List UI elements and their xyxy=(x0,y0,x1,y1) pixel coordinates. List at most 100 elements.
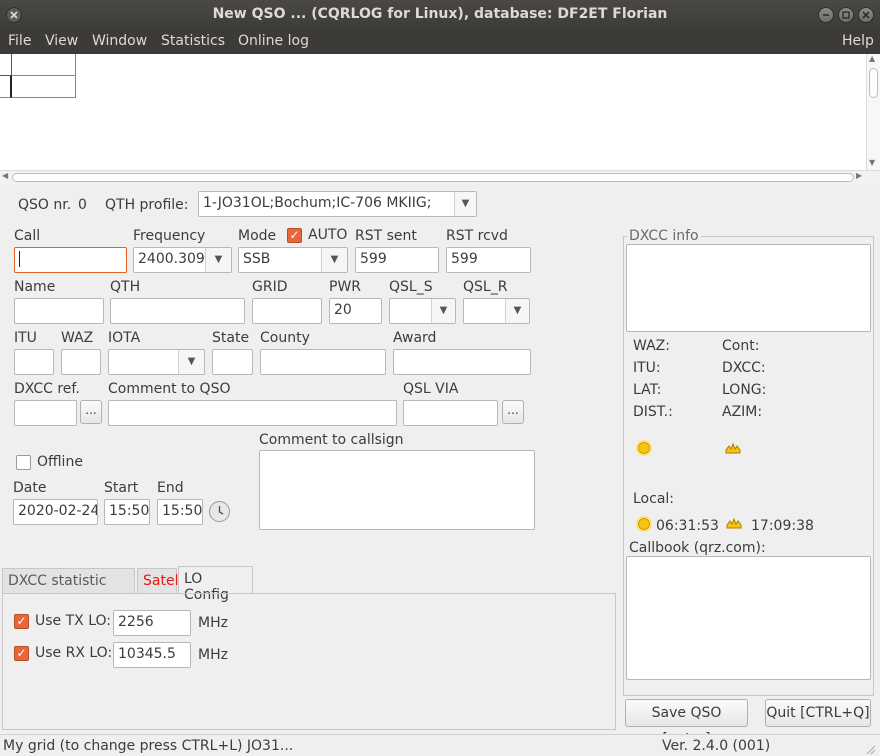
county-label: County xyxy=(260,330,310,346)
award-label: Award xyxy=(393,330,437,346)
dist-info-label: DIST.: xyxy=(633,404,673,420)
chevron-down-icon: ▼ xyxy=(431,299,455,323)
rst-rcvd-input[interactable]: 599 xyxy=(446,247,531,273)
grid-horizontal-scrollbar[interactable]: ◀ ▶ xyxy=(0,170,880,184)
qth-profile-label: QTH profile: xyxy=(105,197,189,213)
scroll-right-icon[interactable]: ▶ xyxy=(856,171,862,180)
county-input[interactable] xyxy=(260,349,386,375)
local-sunset-icon xyxy=(726,517,742,529)
qsl-r-select[interactable]: ▼ xyxy=(463,298,530,324)
auto-checkbox[interactable]: ✓ xyxy=(287,228,302,243)
grid-row-indicator xyxy=(0,76,12,98)
iota-label: IOTA xyxy=(108,330,141,346)
rst-sent-input[interactable]: 599 xyxy=(355,247,439,273)
tab-lo-config[interactable]: LO Config xyxy=(178,566,253,603)
waz-label: WAZ xyxy=(61,330,94,346)
dxcc-ref-browse-button[interactable]: ... xyxy=(80,400,102,424)
state-label: State xyxy=(212,330,250,346)
scroll-thumb[interactable] xyxy=(869,68,878,98)
menu-statistics[interactable]: Statistics xyxy=(161,33,225,49)
status-bar: My grid (to change press CTRL+L) JO31...… xyxy=(0,734,880,756)
scroll-down-icon[interactable]: ▼ xyxy=(869,158,875,167)
end-time-input[interactable]: 15:50 xyxy=(157,499,203,525)
state-input[interactable] xyxy=(212,349,253,375)
rst-sent-label: RST sent xyxy=(355,228,417,244)
quit-button[interactable]: Quit [CTRL+Q] xyxy=(765,699,871,727)
tab-satellite[interactable]: Satellite xyxy=(137,568,200,594)
auto-label: AUTO xyxy=(308,227,348,243)
title-bar: New QSO ... (CQRLOG for Linux), database… xyxy=(0,0,880,30)
mode-select[interactable]: SSB ▼ xyxy=(238,247,348,273)
use-tx-lo-checkbox[interactable]: ✓ xyxy=(14,614,29,629)
menu-online-log[interactable]: Online log xyxy=(238,33,309,49)
grid-vertical-scrollbar[interactable]: ▲ ▼ xyxy=(866,54,880,170)
status-version-text: Ver. 2.4.0 (001) xyxy=(662,738,771,754)
waz-input[interactable] xyxy=(61,349,101,375)
grid-header-cell xyxy=(12,54,76,76)
frequency-value: 2400.3099 xyxy=(138,251,214,267)
qth-input[interactable] xyxy=(110,298,245,324)
qth-profile-select[interactable]: 1-JO31OL;Bochum;IC-706 MKIIG; ▼ xyxy=(198,191,477,217)
name-label: Name xyxy=(14,279,56,295)
qso-nr-value: 0 xyxy=(78,197,87,213)
qsl-via-browse-button[interactable]: ... xyxy=(502,400,524,424)
qsl-s-select[interactable]: ▼ xyxy=(389,298,456,324)
qso-history-grid[interactable]: ▲ ▼ ◀ ▶ xyxy=(0,54,880,184)
dxcc-ref-input[interactable] xyxy=(14,400,77,426)
callbook-label: Callbook (qrz.com): xyxy=(629,540,766,556)
end-label: End xyxy=(157,480,184,496)
rx-lo-input[interactable]: 10345.5 xyxy=(113,642,191,668)
chevron-down-icon: ▼ xyxy=(505,299,529,323)
use-rx-lo-checkbox[interactable]: ✓ xyxy=(14,646,29,661)
date-input[interactable]: 2020-02-24 xyxy=(13,499,98,525)
pwr-label: PWR xyxy=(329,279,362,295)
mode-label: Mode xyxy=(238,228,277,244)
call-input[interactable] xyxy=(14,247,127,273)
local-sunset-time: 17:09:38 xyxy=(751,518,814,534)
pwr-input[interactable]: 20 xyxy=(329,298,382,324)
grid-input[interactable] xyxy=(252,298,322,324)
tab-dxcc-statistic[interactable]: DXCC statistic xyxy=(2,568,135,594)
comment-callsign-textarea[interactable] xyxy=(259,450,535,530)
qsl-via-label: QSL VIA xyxy=(403,381,459,397)
mode-value: SSB xyxy=(243,251,271,267)
offline-label: Offline xyxy=(37,454,83,470)
itu-input[interactable] xyxy=(14,349,54,375)
dxcc-ref-label: DXCC ref. xyxy=(14,381,80,397)
menu-help[interactable]: Help xyxy=(842,33,874,49)
grid-label: GRID xyxy=(252,279,288,295)
start-time-input[interactable]: 15:50 xyxy=(104,499,150,525)
maximize-icon[interactable] xyxy=(838,7,854,23)
menu-window[interactable]: Window xyxy=(92,33,147,49)
clock-icon[interactable] xyxy=(209,501,230,522)
comment-qso-input[interactable] xyxy=(108,400,397,426)
sunrise-icon xyxy=(638,442,650,454)
minimize-icon[interactable] xyxy=(818,7,834,23)
waz-info-label: WAZ: xyxy=(633,338,670,354)
iota-select[interactable]: ▼ xyxy=(108,349,205,375)
save-qso-button[interactable]: Save QSO [enter] xyxy=(625,699,748,747)
resize-grip-icon[interactable] xyxy=(866,745,876,755)
qsl-via-input[interactable] xyxy=(403,400,498,426)
menu-file[interactable]: File xyxy=(8,33,31,49)
comment-callsign-label: Comment to callsign xyxy=(259,432,404,448)
grid-cell[interactable] xyxy=(12,76,76,98)
frequency-select[interactable]: 2400.3099 ▼ xyxy=(133,247,232,273)
itu-label: ITU xyxy=(14,330,37,346)
itu-info-label: ITU: xyxy=(633,360,661,376)
name-input[interactable] xyxy=(14,298,104,324)
start-label: Start xyxy=(104,480,139,496)
dxcc-info-box xyxy=(626,244,871,332)
offline-checkbox[interactable] xyxy=(16,455,31,470)
rx-lo-unit: MHz xyxy=(198,647,228,663)
hscroll-thumb[interactable] xyxy=(12,173,854,182)
status-grid-text: My grid (to change press CTRL+L) JO31... xyxy=(3,738,294,754)
menu-view[interactable]: View xyxy=(45,33,78,49)
scroll-left-icon[interactable]: ◀ xyxy=(2,171,8,180)
qsl-r-label: QSL_R xyxy=(463,279,508,295)
dxcc-info-label: DXCC: xyxy=(722,360,766,376)
tx-lo-input[interactable]: 2256 xyxy=(113,610,191,636)
close-window-icon[interactable] xyxy=(858,7,874,23)
award-input[interactable] xyxy=(393,349,531,375)
scroll-up-icon[interactable]: ▲ xyxy=(869,54,875,63)
